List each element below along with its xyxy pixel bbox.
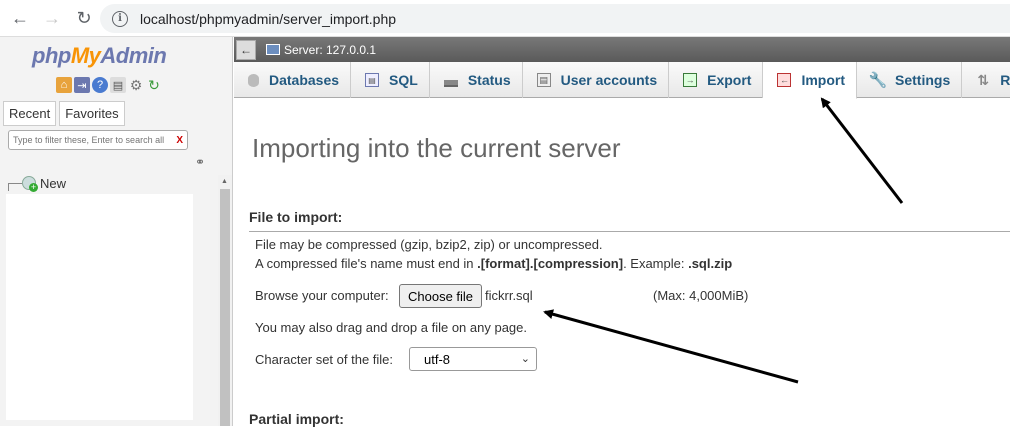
tab-label: Export — [707, 72, 752, 88]
server-breadcrumb[interactable]: Server: 127.0.0.1 — [284, 43, 376, 57]
tab-replication[interactable]: ⇅ Replica — [962, 62, 1010, 98]
main-panel: ← Server: 127.0.0.1 Databases ▤ SQL Stat… — [234, 37, 1010, 427]
tab-label: Replica — [1000, 72, 1010, 88]
tree-connector — [8, 183, 22, 191]
url-text: localhost/phpmyadmin/server_import.php — [140, 10, 397, 27]
home-icon[interactable]: ⌂ — [56, 77, 72, 93]
tab-label: SQL — [389, 72, 418, 88]
address-bar[interactable]: i localhost/phpmyadmin/server_import.php — [100, 4, 1010, 33]
sql-icon: ▤ — [365, 73, 380, 87]
replication-icon: ⇅ — [977, 71, 990, 88]
compressed-name-mid: . Example: — [623, 256, 689, 271]
database-icon — [248, 73, 259, 87]
filter-box: X — [8, 130, 188, 150]
wrench-icon: 🔧 — [868, 72, 888, 89]
page-title: Importing into the current server — [252, 133, 621, 163]
drag-drop-note: You may also drag and drop a file on any… — [255, 320, 527, 335]
forward-button[interactable]: → — [36, 2, 68, 34]
logo-my: My — [70, 43, 101, 68]
arrow-right-icon: → — [43, 7, 61, 28]
recent-favorites-tabs: Recent Favorites — [3, 101, 125, 126]
gear-icon[interactable]: ⚙ — [128, 77, 144, 93]
tab-settings[interactable]: 🔧 Settings — [857, 62, 963, 98]
server-breadcrumb-bar: ← Server: 127.0.0.1 — [234, 37, 1010, 62]
tab-label: Settings — [895, 72, 951, 88]
choose-file-button[interactable]: Choose file — [399, 284, 483, 308]
reload-button[interactable]: ↻ — [68, 2, 100, 34]
tab-sql[interactable]: ▤ SQL — [351, 62, 430, 98]
tab-export[interactable]: → Export — [669, 62, 764, 98]
compressed-name-format: .[format].[compression] — [477, 256, 624, 271]
logo-php: php — [32, 43, 71, 68]
tab-recent[interactable]: Recent — [3, 101, 57, 126]
logo-admin: Admin — [100, 43, 167, 68]
partial-import-heading: Partial import: — [249, 411, 344, 427]
charset-label: Character set of the file: — [255, 352, 394, 367]
documentation-icon[interactable]: ▤ — [110, 77, 126, 93]
link-icon[interactable]: ⚭ — [195, 155, 205, 169]
filter-input[interactable] — [13, 135, 173, 145]
import-page-content: Importing into the current server File t… — [234, 99, 1010, 427]
reload-icon: ↻ — [76, 7, 92, 28]
tree-item-label: New — [40, 175, 67, 191]
selected-file-name: fickrr.sql — [485, 288, 533, 303]
tab-label: Databases — [269, 72, 340, 88]
scroll-thumb[interactable] — [220, 189, 230, 426]
status-icon — [443, 73, 458, 87]
nav-icon-bar: ⌂ ⇥ ? ▤ ⚙ ↻ — [56, 77, 162, 93]
main-tab-bar: Databases ▤ SQL Status ▤ User accounts →… — [234, 62, 1010, 99]
charset-value: utf-8 — [424, 351, 451, 367]
tab-label: Status — [467, 72, 511, 88]
compressed-name-example: .sql.zip — [688, 256, 733, 271]
sidebar-scrollbar[interactable]: ▲ — [218, 175, 232, 426]
arrow-left-icon: ← — [11, 7, 29, 28]
tab-label: User accounts — [560, 72, 658, 88]
import-icon: ← — [777, 73, 792, 87]
server-icon — [266, 44, 280, 55]
max-upload-size: (Max: 4,000MiB) — [653, 288, 749, 303]
new-database-icon — [22, 176, 38, 192]
tab-favorites[interactable]: Favorites — [59, 101, 125, 126]
tab-user-accounts[interactable]: ▤ User accounts — [523, 62, 670, 98]
collapse-panel-button[interactable]: ← — [236, 39, 256, 60]
info-icon[interactable]: i — [112, 10, 128, 27]
database-tree-list — [6, 194, 193, 420]
logout-icon[interactable]: ⇥ — [74, 77, 90, 93]
compressed-name-note: A compressed file's name must end in .[f… — [255, 256, 732, 271]
browse-label: Browse your computer: — [255, 288, 389, 303]
export-icon: → — [683, 73, 698, 87]
clear-filter-icon[interactable]: X — [176, 135, 183, 146]
tab-databases[interactable]: Databases — [234, 62, 352, 98]
compressed-name-pre: A compressed file's name must end in — [255, 256, 478, 271]
browser-toolbar: ← → ↻ i localhost/phpmyadmin/server_impo… — [0, 0, 1010, 37]
help-icon[interactable]: ? — [92, 77, 108, 93]
charset-select[interactable]: utf-8 ⌄ — [409, 347, 537, 371]
user-accounts-icon: ▤ — [536, 73, 551, 87]
navigation-panel: phpMyAdmin ⌂ ⇥ ? ▤ ⚙ ↻ Recent Favorites … — [0, 37, 233, 426]
tree-item-new[interactable]: New — [8, 175, 67, 192]
back-button[interactable]: ← — [4, 2, 36, 34]
reload-navigation-icon[interactable]: ↻ — [146, 77, 162, 93]
chevron-down-icon: ⌄ — [520, 353, 530, 365]
tab-label: Import — [801, 72, 846, 88]
scroll-up-icon[interactable]: ▲ — [221, 178, 228, 185]
tab-import[interactable]: ← Import — [763, 62, 858, 99]
file-to-import-heading: File to import: — [249, 209, 1010, 232]
tab-status[interactable]: Status — [430, 62, 523, 98]
compression-note: File may be compressed (gzip, bzip2, zip… — [255, 237, 603, 252]
phpmyadmin-logo[interactable]: phpMyAdmin — [32, 43, 167, 69]
